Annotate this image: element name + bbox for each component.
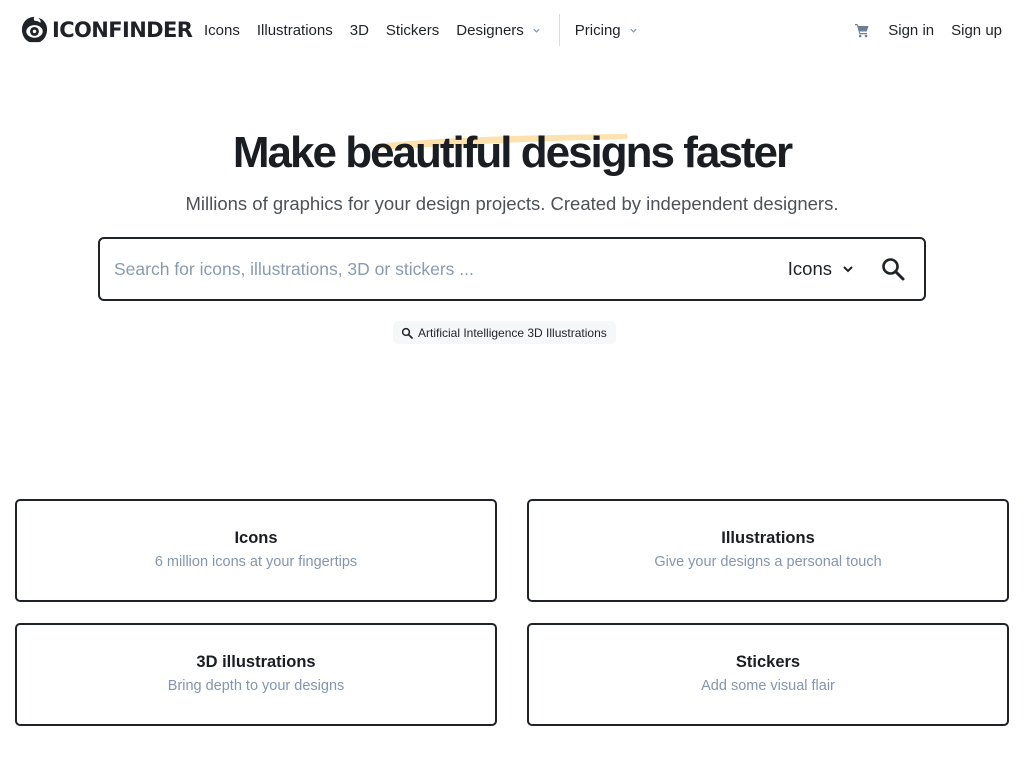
hero-subtitle: Millions of graphics for your design pro… <box>185 193 839 214</box>
category-card-illustrations[interactable]: Illustrations Give your designs a person… <box>527 499 1009 602</box>
nav-stickers[interactable]: Stickers <box>386 22 439 39</box>
card-subtitle: Add some visual flair <box>701 678 835 694</box>
nav-illustrations[interactable]: Illustrations <box>257 22 333 39</box>
account-nav: Sign in Sign up <box>854 0 1002 60</box>
asset-type-value: Icons <box>787 258 832 279</box>
card-title: 3D illustrations <box>196 653 316 671</box>
hero-title-highlight: beautiful designs <box>345 128 675 177</box>
logo-text: ICONFINDER <box>52 17 193 42</box>
nav-designers-label: Designers <box>456 21 524 39</box>
card-title: Icons <box>234 529 278 547</box>
chevron-down-icon <box>843 266 853 273</box>
shopping-cart-icon[interactable] <box>854 22 870 38</box>
hero-title: Make beautiful designs faster <box>0 128 1024 178</box>
card-subtitle: Give your designs a personal touch <box>654 554 882 570</box>
card-title: Illustrations <box>721 529 815 547</box>
suggestion-label: Artificial Intelligence 3D Illustrations <box>418 325 607 340</box>
nav-divider <box>558 14 560 46</box>
hero-title-end: faster <box>673 128 793 177</box>
nav-illustrations-label: Illustrations <box>256 21 333 39</box>
search-button[interactable] <box>878 254 908 284</box>
main-nav: Icons Illustrations 3D Stickers Designer… <box>204 0 655 60</box>
search-input[interactable] <box>100 239 788 299</box>
nav-icons[interactable]: Icons <box>204 22 240 39</box>
iconfinder-logo-icon <box>21 16 48 43</box>
sign-up-link[interactable]: Sign up <box>951 22 1002 39</box>
logo-link[interactable]: ICONFINDER <box>20 15 193 44</box>
search-icon <box>882 258 905 281</box>
card-subtitle: Bring depth to your designs <box>167 678 345 694</box>
search-icon <box>401 327 413 339</box>
category-card-icons[interactable]: Icons 6 million icons at your fingertips <box>15 499 497 602</box>
chevron-down-icon <box>533 28 540 33</box>
search-form: Icons <box>98 237 926 301</box>
chevron-down-icon <box>630 28 637 33</box>
nav-icons-label: Icons <box>204 21 240 39</box>
nav-3d[interactable]: 3D <box>350 22 369 39</box>
nav-pricing-dropdown[interactable]: Pricing <box>575 22 638 39</box>
nav-designers-dropdown[interactable]: Designers <box>456 22 541 39</box>
nav-stickers-label: Stickers <box>385 21 440 39</box>
card-title: Stickers <box>735 653 801 671</box>
asset-type-select[interactable]: Icons <box>788 258 854 280</box>
hero-title-start: Make <box>232 128 346 177</box>
nav-3d-label: 3D <box>349 21 369 39</box>
sign-in-link[interactable]: Sign in <box>888 22 934 39</box>
nav-pricing-label: Pricing <box>574 21 621 39</box>
category-card-3d-illustrations[interactable]: 3D illustrations Bring depth to your des… <box>15 623 497 726</box>
search-suggestion-chip[interactable]: Artificial Intelligence 3D Illustrations <box>393 321 616 344</box>
category-card-stickers[interactable]: Stickers Add some visual flair <box>527 623 1009 726</box>
card-subtitle: 6 million icons at your fingertips <box>154 554 358 570</box>
site-header: ICONFINDER Icons Illustrations 3D Sticke… <box>0 0 1024 60</box>
